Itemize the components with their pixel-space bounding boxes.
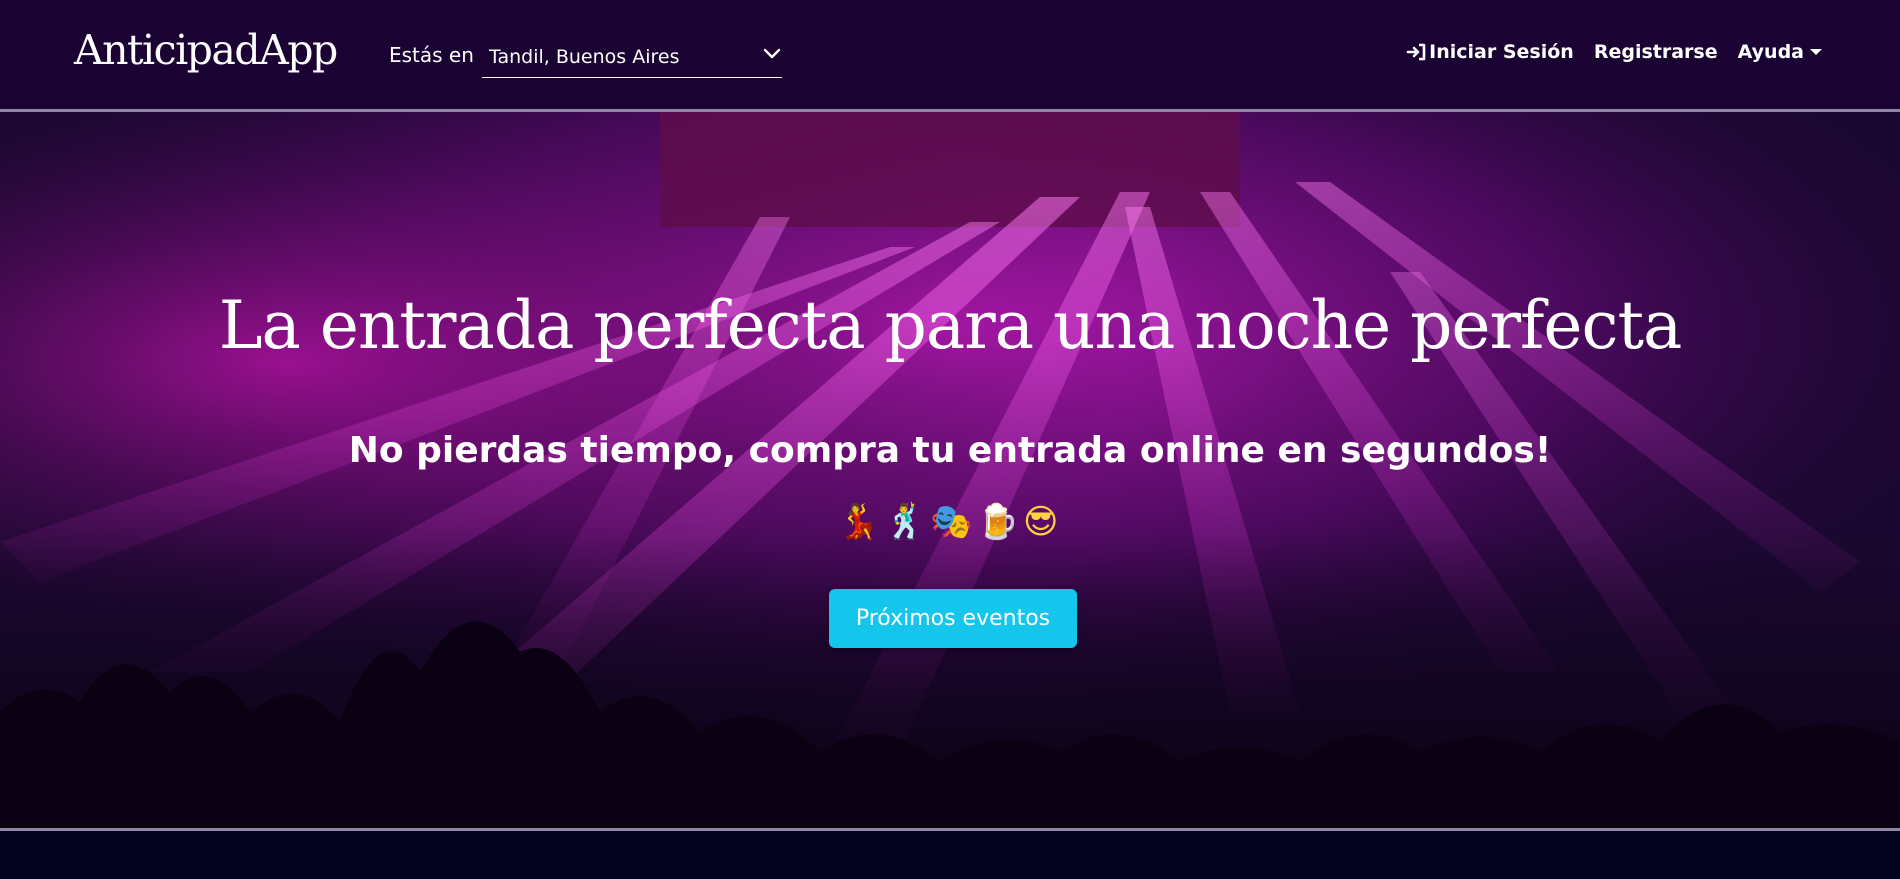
register-link[interactable]: Registrarse xyxy=(1594,41,1718,63)
help-dropdown[interactable]: Ayuda xyxy=(1738,41,1822,63)
hero-subtitle: No pierdas tiempo, compra tu entrada onl… xyxy=(348,430,1552,471)
upcoming-events-button[interactable]: Próximos eventos xyxy=(829,589,1077,648)
caret-down-icon xyxy=(1810,49,1822,55)
login-label: Iniciar Sesión xyxy=(1429,41,1574,63)
brand-logo[interactable]: AnticipadApp xyxy=(74,26,338,74)
nav-right: Iniciar Sesión Registrarse Ayuda xyxy=(1405,41,1822,63)
location-value: Tandil, Buenos Aires xyxy=(489,46,680,68)
location-label: Estás en xyxy=(389,43,474,67)
top-navbar: AnticipadApp Estás en Tandil, Buenos Air… xyxy=(0,0,1900,109)
hero-banner: La entrada perfecta para una noche perfe… xyxy=(0,109,1900,831)
location-select[interactable]: Tandil, Buenos Aires xyxy=(482,37,782,78)
page-bottom-band xyxy=(0,831,1900,879)
login-icon xyxy=(1406,43,1426,61)
hero-title: La entrada perfecta para una noche perfe… xyxy=(218,287,1683,364)
help-label: Ayuda xyxy=(1737,41,1804,63)
login-link[interactable]: Iniciar Sesión xyxy=(1405,41,1574,63)
hero-emojis: 💃🕺🎭🍺😎 xyxy=(837,502,1063,542)
chevron-down-icon xyxy=(763,48,781,59)
